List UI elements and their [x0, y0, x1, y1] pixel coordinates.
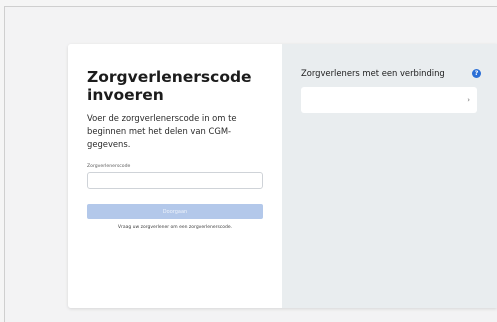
help-icon[interactable]: ?	[472, 68, 481, 78]
connected-providers-panel: Zorgverleners met een verbinding ? ›	[282, 44, 497, 308]
code-input[interactable]	[87, 172, 263, 189]
connected-providers-header: Zorgverleners met een verbinding ?	[301, 68, 481, 78]
provider-list-item[interactable]: ›	[301, 87, 477, 113]
continue-button[interactable]: Doorgaan	[87, 204, 263, 219]
enter-code-panel: Zorgverlenerscode invoeren Voer de zorgv…	[68, 44, 282, 308]
hint-text: Vraag uw zorgverlener om een zorgverlene…	[117, 225, 233, 230]
code-field-label: Zorgverlenerscode	[87, 164, 131, 169]
instructions-text: Voer de zorgverlenerscode in om te begin…	[87, 113, 237, 149]
connected-providers-title: Zorgverleners met een verbinding	[301, 68, 445, 78]
page-title: Zorgverlenerscode invoeren	[87, 68, 252, 104]
connect-card: Zorgverlenerscode invoeren Voer de zorgv…	[68, 44, 497, 308]
chevron-right-icon: ›	[467, 96, 470, 104]
